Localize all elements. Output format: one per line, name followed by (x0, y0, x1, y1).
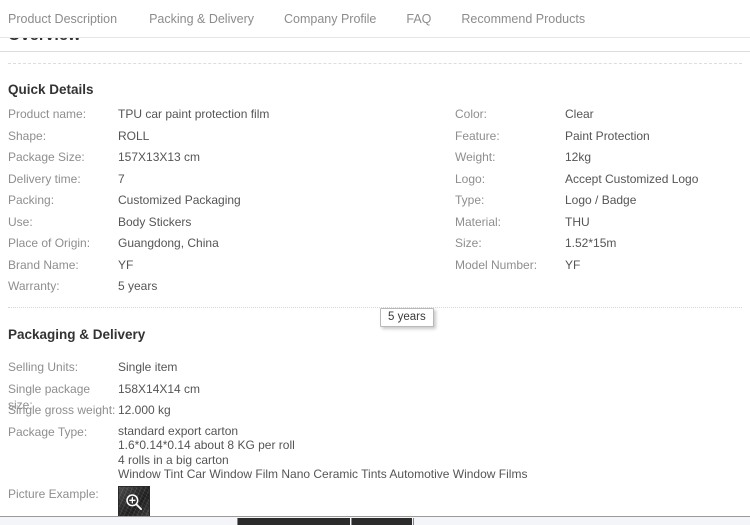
product-detail-page: Product Description Packing & Delivery C… (0, 0, 750, 525)
spec-label: Material: (455, 214, 502, 229)
spec-value: Logo / Badge (565, 193, 637, 207)
spec-row: Logo: Accept Customized Logo (455, 171, 745, 193)
spec-row: Delivery time: 7 (8, 171, 438, 193)
taskbar-separator (237, 518, 238, 525)
spec-value: YF (118, 257, 134, 272)
spec-row: Color: Clear (455, 106, 745, 128)
spec-label: Logo: (455, 171, 486, 186)
taskbar-separator (413, 518, 414, 525)
spec-row: Shape: ROLL (8, 128, 438, 150)
spec-value: Body Stickers (118, 214, 192, 229)
spec-value: 158X14X14 cm (118, 381, 201, 396)
spec-row: Place of Origin: Guangdong, China (8, 235, 438, 257)
spec-label: Warranty: (8, 279, 60, 293)
spec-value: 5 years (118, 279, 158, 293)
spec-row: Feature: Paint Protection (455, 128, 745, 150)
spec-row: Product name: TPU car paint protection f… (8, 106, 438, 128)
spec-label: Place of Origin: (8, 236, 91, 250)
quick-details-top-rule (8, 63, 742, 64)
spec-label: Shape: (8, 128, 47, 143)
spec-row: Package Size: 157X13X13 cm (8, 149, 438, 171)
overview-rule (0, 51, 750, 52)
spec-label: Model Number: (455, 257, 538, 272)
packaging-delivery-title: Packaging & Delivery (8, 327, 146, 342)
packaging-delivery-rows: Selling Units: Single item Single packag… (8, 359, 608, 482)
zoom-in-icon (126, 494, 142, 510)
section-nav-bar: Product Description Packing & Delivery C… (0, 0, 750, 38)
spec-row: Model Number: YF (455, 257, 745, 279)
spec-value: standard export carton 1.6*0.14*0.14 abo… (118, 423, 528, 482)
nav-tab-packing-delivery[interactable]: Packing & Delivery (149, 0, 254, 38)
overview-heading-clip: Overview (8, 38, 308, 50)
nav-tab-recommend-products[interactable]: Recommend Products (461, 0, 585, 38)
spec-label: Weight: (455, 150, 496, 164)
picture-example-label: Picture Example: (8, 487, 99, 501)
spec-label: Selling Units: (8, 360, 79, 374)
spec-value: 12kg (565, 150, 592, 164)
spec-label: Type: (455, 193, 485, 207)
spec-row: Packing: Customized Packaging (8, 192, 438, 214)
taskbar-item[interactable] (352, 518, 412, 525)
spec-row: Package Type: standard export carton 1.6… (8, 424, 608, 482)
bottom-taskbar-strip (0, 516, 750, 525)
spec-row: Size: 1.52*15m (455, 235, 745, 257)
spec-label: Size: (455, 236, 482, 250)
spec-row: Warranty: 5 years (8, 278, 438, 300)
spec-row: Weight: 12kg (455, 149, 745, 171)
spec-value: 12.000 kg (118, 403, 171, 417)
spec-label: Package Size: (8, 150, 85, 164)
tooltip-warranty: 5 years (380, 308, 434, 327)
spec-value: Guangdong, China (118, 236, 219, 250)
spec-value: Clear (565, 107, 594, 121)
spec-label: Product name: (8, 107, 87, 121)
spec-value: Accept Customized Logo (565, 171, 699, 186)
picture-example-thumbnail[interactable] (118, 486, 150, 518)
spec-label: Feature: (455, 128, 500, 143)
spec-label: Package Type: (8, 424, 88, 439)
spec-row: Single package size: 158X14X14 cm (8, 381, 608, 412)
spec-row: Type: Logo / Badge (455, 192, 745, 214)
spec-row: Brand Name: YF (8, 257, 438, 279)
spec-label: Single gross weight: (8, 403, 116, 417)
spec-value: Single item (118, 360, 178, 374)
spec-value: 157X13X13 cm (118, 150, 201, 164)
spec-value: Customized Packaging (118, 193, 241, 207)
quick-details-left-column: Product name: TPU car paint protection f… (8, 106, 438, 300)
taskbar-item[interactable] (238, 518, 350, 525)
packaging-top-rule (8, 307, 742, 308)
spec-label: Packing: (8, 193, 55, 207)
quick-details-right-column: Color: Clear Feature: Paint Protection W… (455, 106, 745, 278)
spec-value: 1.52*15m (565, 236, 617, 250)
spec-value: ROLL (118, 128, 150, 143)
spec-row: Single gross weight: 12.000 kg (8, 402, 608, 424)
nav-tab-company-profile[interactable]: Company Profile (284, 0, 376, 38)
spec-label: Delivery time: (8, 171, 81, 186)
spec-value: Paint Protection (565, 128, 650, 143)
spec-value: YF (565, 257, 581, 272)
spec-label: Brand Name: (8, 257, 79, 272)
overview-title: Overview (8, 38, 81, 45)
spec-value: THU (565, 214, 590, 229)
quick-details-title: Quick Details (8, 82, 94, 97)
nav-tab-faq[interactable]: FAQ (406, 0, 431, 38)
taskbar-separator (351, 518, 352, 525)
nav-tab-product-description[interactable]: Product Description (8, 0, 117, 38)
spec-value: TPU car paint protection film (118, 107, 270, 121)
spec-value: 7 (118, 171, 125, 186)
spec-row: Selling Units: Single item (8, 359, 608, 381)
spec-row: Material: THU (455, 214, 745, 236)
spec-label: Use: (8, 214, 33, 229)
spec-row: Use: Body Stickers (8, 214, 438, 236)
picture-example-row: Picture Example: (8, 486, 150, 518)
spec-label: Color: (455, 107, 488, 121)
